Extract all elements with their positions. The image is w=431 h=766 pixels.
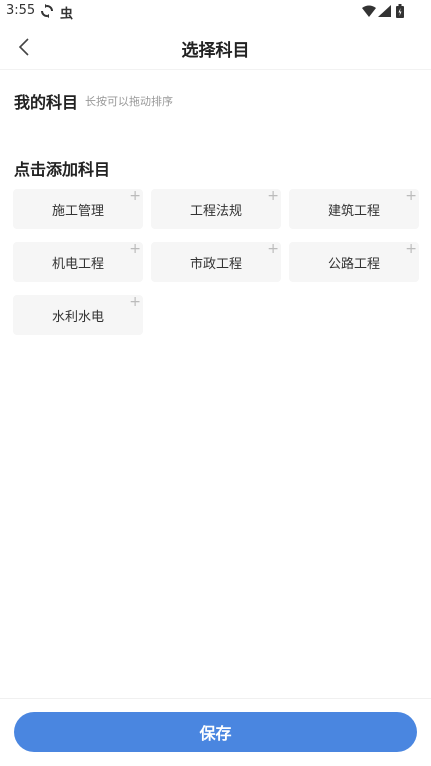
plus-icon: + [129,294,141,310]
subject-chip[interactable]: 工程法规 + [151,189,281,229]
my-subjects-title: 我的科目 [14,93,79,112]
subject-chip-label: 建筑工程 [327,203,380,219]
subject-chip[interactable]: 施工管理 + [13,189,143,229]
wifi-icon [362,5,376,17]
subject-chip-label: 施工管理 [51,203,104,219]
subject-chip[interactable]: 市政工程 + [151,242,281,282]
add-subjects-title: 点击添加科目 [14,160,111,179]
status-bar: 3:55 虫 [0,0,431,24]
subject-chip[interactable]: 建筑工程 + [289,189,419,229]
subject-chip[interactable]: 水利水电 + [13,295,143,335]
plus-icon: + [405,241,417,257]
plus-icon: + [267,241,279,257]
subject-chip-label: 公路工程 [327,256,380,272]
subject-chip-label: 市政工程 [189,256,242,272]
bug-icon: 虫 [60,7,74,22]
save-button[interactable]: 保存 [14,712,417,752]
subject-chip[interactable]: 公路工程 + [289,242,419,282]
signal-icon [378,5,391,17]
subject-chip-label: 水利水电 [51,309,104,325]
footer: 保存 [0,698,431,766]
page-title: 选择科目 [181,41,250,61]
header: 选择科目 [0,24,431,70]
subject-chip-label: 工程法规 [189,203,242,219]
subject-chip-label: 机电工程 [51,256,104,272]
battery-icon [396,4,404,18]
select-subject-screen: 3:55 虫 选择科目 我的科目 长按可以拖动排序 点击添加科目 施工管理 + … [0,0,431,766]
plus-icon: + [129,188,141,204]
drag-sort-hint: 长按可以拖动排序 [85,95,173,108]
plus-icon: + [267,188,279,204]
sync-icon [41,4,53,18]
status-time: 3:55 [6,3,36,18]
plus-icon: + [129,241,141,257]
plus-icon: + [405,188,417,204]
subject-chip[interactable]: 机电工程 + [13,242,143,282]
subject-chip-grid: 施工管理 + 工程法规 + 建筑工程 + 机电工程 + 市政工程 + 公路工程 … [13,189,419,335]
